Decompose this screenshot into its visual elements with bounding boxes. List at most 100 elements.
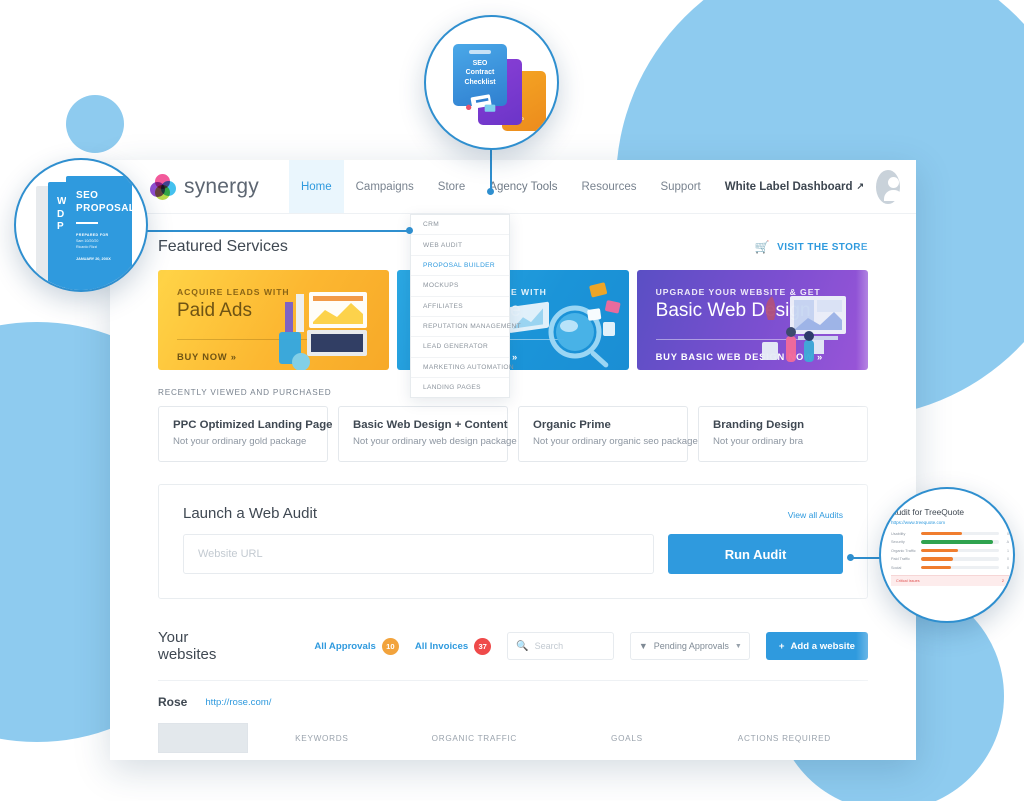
- dropdown-item-lead-generator[interactable]: LEAD GENERATOR: [411, 337, 509, 358]
- approvals-badge: 10: [381, 637, 399, 655]
- recently-viewed-label: RECENTLY VIEWED AND PURCHASED: [158, 388, 332, 397]
- view-all-audits-link[interactable]: View all Audits: [788, 510, 843, 520]
- product-subtitle: Not your ordinary web design package: [353, 436, 517, 447]
- product-title: Basic Web Design + Content: [353, 419, 508, 431]
- proposal-prepared-for-label: PREPARED FOR: [76, 233, 109, 237]
- dropdown-item-mockups[interactable]: MOCKUPS: [411, 276, 509, 297]
- site-url[interactable]: http://rose.com/: [205, 697, 271, 708]
- nav-item-campaigns[interactable]: Campaigns: [344, 160, 426, 213]
- nav-item-white-label-dashboard[interactable]: White Label Dashboard ↗: [713, 160, 876, 213]
- nav-items: Home Campaigns Store Agency Tools Resour…: [288, 160, 876, 213]
- dropdown-item-crm[interactable]: CRM: [411, 215, 509, 236]
- audit-report-title: Audit for TreeQuote: [891, 507, 965, 517]
- dropdown-item-landing-pages[interactable]: LANDING PAGES: [411, 378, 509, 397]
- list-item[interactable]: PPC Optimized Landing Page Not your ordi…: [158, 406, 333, 462]
- audit-metrics-list: Usability 0 Security A Organic Traffic 1…: [891, 532, 1009, 570]
- promo-card-basic-web-design[interactable]: UPGRADE YOUR WEBSITE & GET Basic Web Des…: [636, 270, 868, 370]
- filter-icon: ▼: [638, 641, 648, 651]
- list-item[interactable]: Organic Prime Not your ordinary organic …: [518, 406, 698, 462]
- agency-tools-dropdown: CRM WEB AUDIT PROPOSAL BUILDER MOCKUPS A…: [410, 214, 521, 399]
- dropdown-item-web-audit[interactable]: WEB AUDIT: [411, 235, 509, 256]
- nav-item-home[interactable]: Home: [288, 160, 344, 213]
- add-website-label: Add a website: [790, 640, 855, 652]
- column-header-organic-traffic: ORGANIC TRAFFIC: [431, 733, 518, 743]
- search-input[interactable]: [534, 641, 605, 651]
- product-subtitle: Not your ordinary gold package: [173, 436, 307, 447]
- nav-item-support[interactable]: Support: [648, 160, 712, 213]
- filter-value: Pending Approvals: [653, 641, 729, 651]
- column-header-goals: GOALS: [611, 733, 643, 743]
- recently-viewed-list: PPC Optimized Landing Page Not your ordi…: [158, 406, 868, 462]
- promo-card-paid-ads[interactable]: ACQUIRE LEADS WITH Paid Ads BUY NOW »: [158, 270, 390, 370]
- plus-icon: +: [778, 640, 785, 652]
- web-audit-form: Run Audit: [183, 534, 843, 574]
- metric-label: Social: [891, 565, 902, 570]
- metric-value: 0: [1007, 557, 1009, 561]
- your-websites-header: Your websites All Approvals 10 All Invoi…: [158, 629, 868, 663]
- all-invoices-link[interactable]: All Invoices 37: [415, 637, 492, 655]
- audit-critical-issues-row: Critical Issues 2: [891, 574, 1009, 586]
- connector-dot-checklist: [487, 188, 494, 195]
- promo-artwork-analytics: [279, 292, 368, 370]
- product-title: PPC Optimized Landing Page: [173, 419, 333, 431]
- proposal-date: JANUARY 20, 20XX: [76, 257, 111, 261]
- chevron-down-icon: ▼: [734, 642, 742, 650]
- checklist-logo-icon: [469, 50, 491, 54]
- callout-audit-report: Audit for TreeQuote https://www.treequot…: [879, 487, 1015, 623]
- metric-label: Security: [891, 540, 905, 544]
- pending-approvals-filter[interactable]: ▼ Pending Approvals ▼: [629, 632, 750, 660]
- decorative-circle-small-left: [66, 95, 124, 153]
- brand-logo[interactable]: synergy: [150, 173, 259, 200]
- list-item[interactable]: Basic Web Design + Content Not your ordi…: [338, 406, 517, 462]
- promo-artwork-search: [508, 282, 620, 368]
- proposal-client-line2: Ricardo Rizzi: [76, 245, 98, 249]
- checklist-title-line1: SEO Contract: [465, 60, 495, 77]
- run-audit-button[interactable]: Run Audit: [668, 534, 843, 574]
- proposal-doc-front: SEO PROPOSAL PREPARED FOR Sam 10/20/20 R…: [66, 176, 135, 290]
- metric-value: 0: [1007, 531, 1009, 536]
- table-row: Rose http://rose.com/: [158, 680, 868, 709]
- metric-label: Paid Traffic: [891, 557, 910, 561]
- connector-line-proposal: [120, 230, 410, 232]
- connector-dot-proposal: [406, 227, 413, 234]
- website-url-input[interactable]: [183, 534, 654, 574]
- brand-name: synergy: [184, 174, 259, 198]
- audit-metric-organic-traffic: Organic Traffic 1: [891, 549, 1009, 553]
- table-column-headers: KEYWORDS ORGANIC TRAFFIC GOALS ACTIONS R…: [158, 723, 868, 753]
- featured-services-header: Featured Services 🛒 VISIT THE STORE: [158, 214, 868, 256]
- list-item[interactable]: Branding Design Not your ordinary bra: [698, 406, 868, 462]
- audit-metric-social: Social 0: [891, 566, 1009, 570]
- audit-metric-security: Security A: [891, 540, 1009, 544]
- metric-bar: [921, 557, 999, 561]
- dropdown-item-marketing-automation[interactable]: MARKETING AUTOMATION: [411, 358, 514, 378]
- audit-metric-usability: Usability 0: [891, 532, 1009, 536]
- audit-report-card: Audit for TreeQuote https://www.treequot…: [891, 507, 1009, 586]
- callout-seo-proposal: W D P SEO PROPOSAL PREPARED FOR Sam 10/2…: [14, 158, 148, 292]
- search-box[interactable]: 🔍: [507, 632, 614, 660]
- nav-item-white-label-label: White Label Dashboard: [724, 180, 853, 193]
- audit-metric-paid-traffic: Paid Traffic 0: [891, 557, 1009, 561]
- product-subtitle: Not your ordinary organic seo package: [533, 436, 698, 447]
- critical-issues-value: 2: [1001, 578, 1004, 583]
- promo-artwork-web-design: [761, 296, 846, 362]
- web-audit-title: Launch a Web Audit: [183, 505, 317, 522]
- checklist-title-line2: Checklist: [464, 78, 496, 86]
- dropdown-item-proposal-builder[interactable]: PROPOSAL BUILDER: [411, 256, 509, 277]
- visit-store-link[interactable]: 🛒 VISIT THE STORE: [755, 240, 868, 254]
- product-subtitle: Not your ordinary bra: [713, 436, 804, 447]
- nav-item-resources[interactable]: Resources: [570, 160, 649, 213]
- nav-item-store[interactable]: Store: [426, 160, 478, 213]
- metric-bar: [921, 548, 999, 553]
- your-websites-title: Your websites: [158, 629, 217, 663]
- audit-report-url: https://www.treequote.com: [891, 519, 946, 525]
- dropdown-item-reputation-management[interactable]: REPUTATION MANAGEMENT: [411, 317, 521, 338]
- add-website-button[interactable]: + Add a website: [765, 632, 868, 660]
- dropdown-item-affiliates[interactable]: AFFILIATES: [411, 297, 509, 317]
- site-name: Rose: [158, 695, 188, 709]
- invoices-badge: 37: [474, 637, 492, 655]
- all-approvals-link[interactable]: All Approvals 10: [314, 637, 399, 655]
- product-title: Organic Prime: [533, 419, 611, 431]
- callout-seo-checklist: PRICING PROPOSAL SEO Contract Checklist: [424, 15, 559, 150]
- metric-bar: [921, 531, 999, 536]
- avatar[interactable]: [876, 169, 903, 204]
